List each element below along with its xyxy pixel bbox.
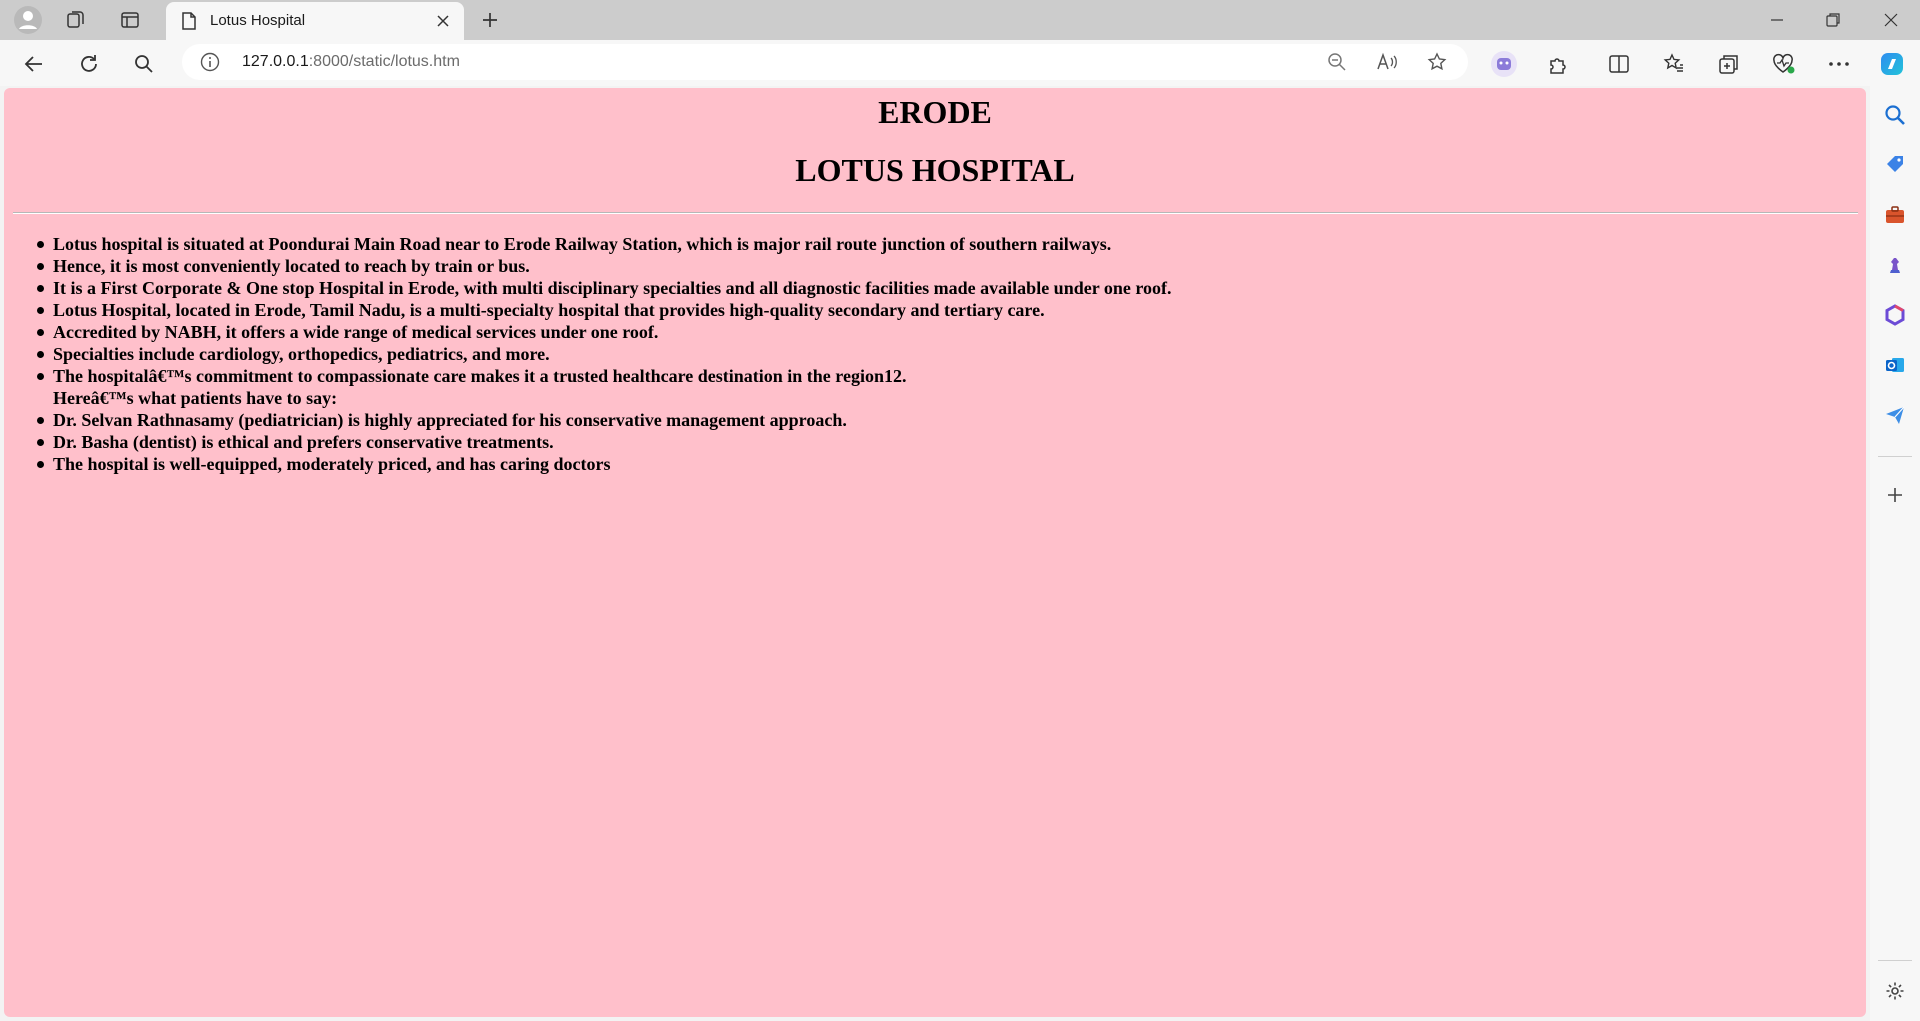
close-icon[interactable]	[430, 8, 456, 34]
active-tab[interactable]: Lotus Hospital	[166, 2, 464, 40]
puzzle-icon[interactable]	[1540, 46, 1576, 82]
more-icon[interactable]	[1821, 46, 1857, 82]
bullet-marker	[37, 329, 44, 336]
split-screen-icon[interactable]	[1601, 46, 1637, 82]
sidebar-divider	[1878, 456, 1912, 457]
bullet-marker	[37, 241, 44, 248]
star-icon[interactable]	[1422, 48, 1452, 76]
bullet-marker	[37, 417, 44, 424]
page-icon	[180, 12, 198, 30]
list-item: Dr. Selvan Rathnasamy (pediatrician) is …	[37, 409, 1172, 431]
url-path: :8000/static/lotus.htm	[308, 53, 460, 70]
city-heading: ERODE	[878, 94, 992, 130]
settings-gear-icon[interactable]	[1877, 973, 1913, 1009]
bullet-marker	[37, 307, 44, 314]
title-bar: Lotus Hospital	[0, 0, 1920, 40]
back-arrow-icon[interactable]	[16, 46, 52, 82]
list-item: Lotus hospital is situated at Poondurai …	[37, 233, 1172, 255]
refresh-icon[interactable]	[71, 46, 107, 82]
list-item: Dr. Basha (dentist) is ethical and prefe…	[37, 431, 1172, 453]
list-item-text: Specialties include cardiology, orthoped…	[53, 344, 550, 364]
bullet-marker	[37, 285, 44, 292]
shopping-tag-icon[interactable]	[1877, 147, 1913, 183]
profile-icon[interactable]	[12, 4, 44, 36]
send-icon[interactable]	[1877, 397, 1913, 433]
browser-essentials-icon[interactable]	[1766, 46, 1802, 82]
bullet-marker	[37, 439, 44, 446]
collections-icon[interactable]	[1711, 46, 1747, 82]
list-item-text: Lotus hospital is situated at Poondurai …	[53, 234, 1112, 254]
url-host: 127.0.0.1	[242, 53, 309, 70]
zoom-out-icon[interactable]	[1322, 48, 1352, 76]
tools-briefcase-icon[interactable]	[1877, 197, 1913, 233]
workspaces-icon[interactable]	[60, 4, 92, 36]
games-chess-icon[interactable]	[1877, 247, 1913, 283]
horizontal-rule	[13, 212, 1858, 214]
tab-actions-icon[interactable]	[114, 4, 146, 36]
address-bar[interactable]: 127.0.0.1:8000/static/lotus.htm	[182, 44, 1468, 80]
info-list: Lotus hospital is situated at Poondurai …	[37, 233, 1172, 475]
list-item-text: Dr. Basha (dentist) is ethical and prefe…	[53, 432, 554, 452]
list-item: Hence, it is most conveniently located t…	[37, 255, 1172, 277]
list-item: Lotus Hospital, located in Erode, Tamil …	[37, 299, 1172, 321]
list-item: Hereâ€™s what patients have to say:	[53, 387, 1172, 409]
hospital-heading: LOTUS HOSPITAL	[795, 152, 1075, 188]
list-item: The hospital is well-equipped, moderatel…	[37, 453, 1172, 475]
bullet-marker	[37, 373, 44, 380]
site-info-icon[interactable]	[200, 52, 220, 72]
list-item-text: Lotus Hospital, located in Erode, Tamil …	[53, 300, 1045, 320]
list-item-text: The hospitalâ€™s commitment to compassio…	[53, 366, 907, 386]
list-item-text: It is a First Corporate & One stop Hospi…	[53, 278, 1172, 298]
read-aloud-icon[interactable]	[1372, 48, 1402, 76]
search-icon[interactable]	[126, 46, 162, 82]
list-item: It is a First Corporate & One stop Hospi…	[37, 277, 1172, 299]
browser-toolbar: 127.0.0.1:8000/static/lotus.htm	[0, 40, 1920, 86]
edge-sidebar	[1870, 86, 1920, 1021]
extension-avatar-icon[interactable]	[1486, 46, 1522, 82]
favorites-icon[interactable]	[1656, 46, 1692, 82]
list-item: The hospitalâ€™s commitment to compassio…	[37, 365, 1172, 387]
url-text[interactable]: 127.0.0.1:8000/static/lotus.htm	[242, 53, 460, 71]
bullet-marker	[37, 263, 44, 270]
microsoft365-icon[interactable]	[1877, 297, 1913, 333]
minimize-button[interactable]	[1750, 0, 1804, 40]
list-item-text: Dr. Selvan Rathnasamy (pediatrician) is …	[53, 410, 847, 430]
tab-title: Lotus Hospital	[210, 12, 306, 29]
list-item-text: Hence, it is most conveniently located t…	[53, 256, 530, 276]
close-window-button[interactable]	[1864, 0, 1918, 40]
page-viewport: ERODE LOTUS HOSPITAL Lotus hospital is s…	[4, 88, 1866, 1017]
add-sidebar-app-icon[interactable]	[1877, 477, 1913, 513]
list-item-text: The hospital is well-equipped, moderatel…	[53, 454, 611, 474]
new-tab-button[interactable]	[474, 4, 506, 36]
list-item: Specialties include cardiology, orthoped…	[37, 343, 1172, 365]
list-item-text: Accredited by NABH, it offers a wide ran…	[53, 322, 659, 342]
copilot-icon[interactable]	[1874, 46, 1910, 82]
list-item: Accredited by NABH, it offers a wide ran…	[37, 321, 1172, 343]
bullet-marker	[37, 461, 44, 468]
list-item-text: Hereâ€™s what patients have to say:	[53, 388, 338, 408]
bullet-marker	[37, 351, 44, 358]
sidebar-search-icon[interactable]	[1877, 97, 1913, 133]
outlook-icon[interactable]	[1877, 347, 1913, 383]
restore-button[interactable]	[1806, 0, 1860, 40]
sidebar-divider-bottom	[1878, 960, 1912, 961]
